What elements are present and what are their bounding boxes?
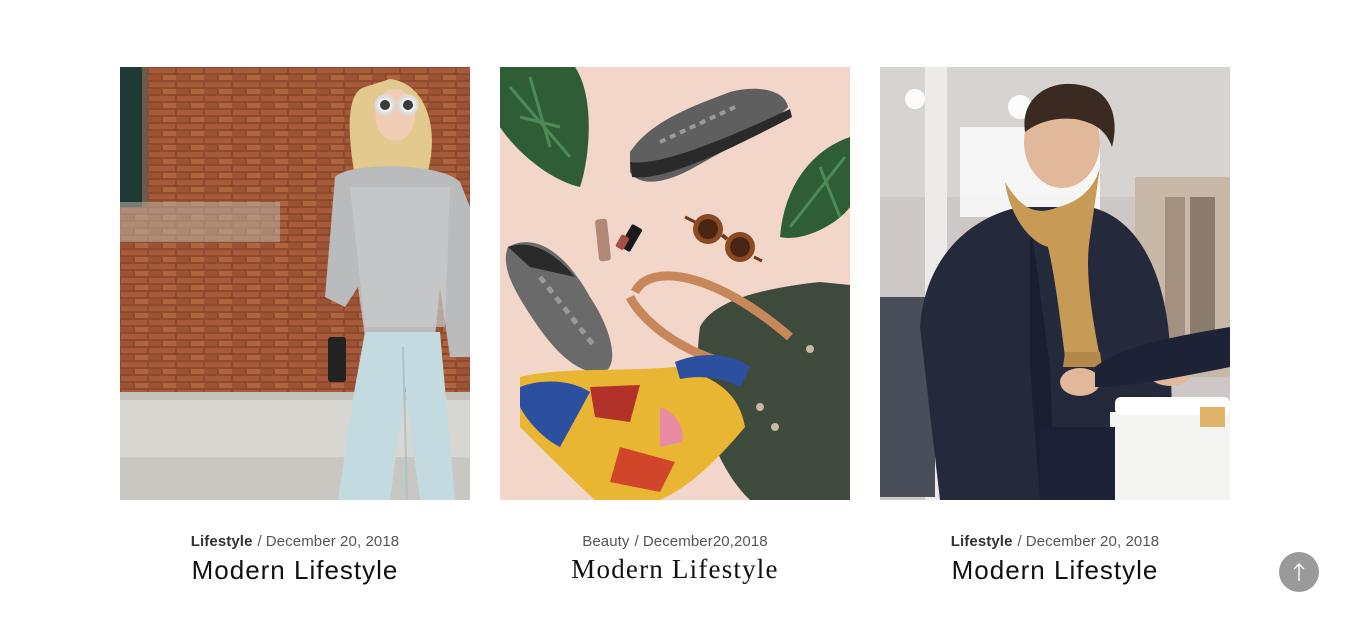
post-title[interactable]: Modern Lifestyle: [192, 555, 399, 586]
post-category-link[interactable]: Beauty: [582, 533, 629, 550]
post-card: Lifestyle / December 20, 2018 Modern Lifes…: [120, 67, 470, 586]
woman-sweater-image: [120, 67, 470, 500]
post-grid: Lifestyle / December 20, 2018 Modern Lifes…: [120, 67, 1230, 586]
post-date: December20,2018: [642, 533, 768, 550]
post-title[interactable]: Modern Lifestyle: [571, 554, 778, 585]
post-card: Lifestyle / December 20, 2018 Modern Lifes…: [880, 67, 1230, 586]
post-date: December 20, 2018: [265, 533, 400, 550]
post-image-flatlay[interactable]: [500, 67, 850, 500]
flatlay-image: [500, 67, 850, 500]
post-meta: Lifestyle / December 20, 2018: [191, 533, 400, 550]
man-shopping-image: [880, 67, 1230, 500]
post-card: Beauty / December20,2018 Modern Lifestyle: [500, 67, 850, 586]
post-category-link[interactable]: Lifestyle: [951, 533, 1013, 550]
post-meta: Beauty / December20,2018: [582, 533, 768, 550]
meta-separator: /: [257, 533, 262, 550]
post-image-woman-sweater[interactable]: [120, 67, 470, 500]
arrow-up-icon: [1293, 563, 1305, 581]
post-title[interactable]: Modern Lifestyle: [952, 555, 1159, 586]
meta-separator: /: [1017, 533, 1022, 550]
blog-page: Lifestyle / December 20, 2018 Modern Lifes…: [0, 0, 1349, 632]
post-image-man-shopping[interactable]: [880, 67, 1230, 500]
meta-separator: /: [634, 533, 639, 550]
scroll-to-top-button[interactable]: [1279, 552, 1319, 592]
post-category-link[interactable]: Lifestyle: [191, 533, 253, 550]
post-meta: Lifestyle / December 20, 2018: [951, 533, 1160, 550]
post-date: December 20, 2018: [1025, 533, 1160, 550]
